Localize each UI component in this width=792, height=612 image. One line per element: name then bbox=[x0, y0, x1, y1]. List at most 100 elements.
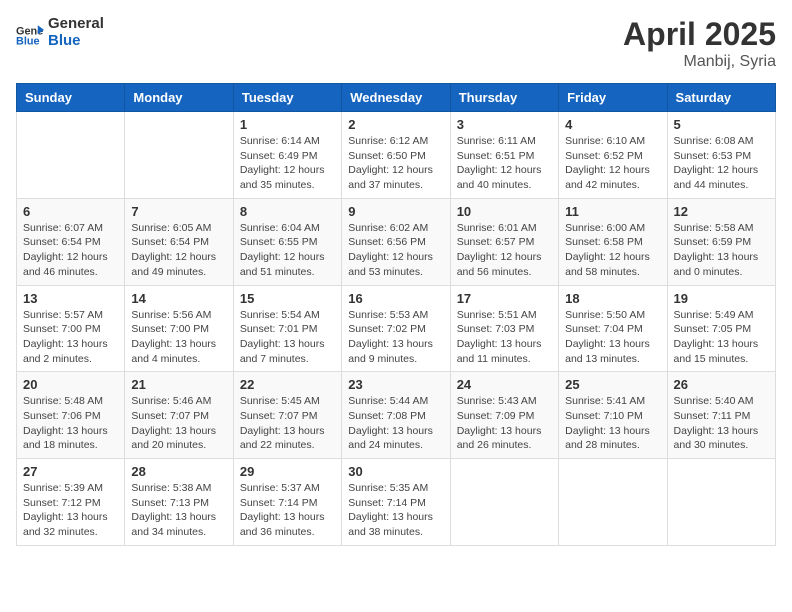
day-number: 30 bbox=[348, 464, 443, 479]
calendar-cell: 18Sunrise: 5:50 AMSunset: 7:04 PMDayligh… bbox=[559, 285, 667, 372]
calendar-cell: 3 Sunrise: 6:11 AMSunset: 6:51 PMDaylight… bbox=[450, 112, 558, 199]
day-header-saturday: Saturday bbox=[667, 84, 775, 112]
calendar-cell: 13 Sunrise: 5:57 AMSunset: 7:00 PMDayligh… bbox=[17, 285, 125, 372]
day-number: 5 bbox=[674, 117, 769, 132]
calendar-cell: 9 Sunrise: 6:02 AMSunset: 6:56 PMDaylight… bbox=[342, 198, 450, 285]
page-header: General Blue General Blue April 2025 Man… bbox=[16, 16, 776, 71]
cell-content: Sunrise: 6:02 AMSunset: 6:56 PMDaylight:… bbox=[348, 221, 443, 280]
day-number: 12 bbox=[674, 204, 769, 219]
calendar-cell: 30 Sunrise: 5:35 AMSunset: 7:14 PMDayligh… bbox=[342, 459, 450, 546]
calendar-week-row: 13 Sunrise: 5:57 AMSunset: 7:00 PMDayligh… bbox=[17, 285, 776, 372]
page-subtitle: Manbij, Syria bbox=[623, 53, 776, 71]
cell-content: Sunrise: 5:48 AMSunset: 7:06 PMDaylight:… bbox=[23, 394, 118, 453]
calendar-cell: 29Sunrise: 5:37 AMSunset: 7:14 PMDayligh… bbox=[233, 459, 341, 546]
day-header-monday: Monday bbox=[125, 84, 233, 112]
svg-text:Blue: Blue bbox=[16, 35, 40, 46]
day-number: 9 bbox=[348, 204, 443, 219]
day-number: 25 bbox=[565, 377, 660, 392]
day-number: 14 bbox=[131, 291, 226, 306]
calendar-week-row: 6 Sunrise: 6:07 AMSunset: 6:54 PMDaylight… bbox=[17, 198, 776, 285]
cell-content: Sunrise: 6:11 AMSunset: 6:51 PMDaylight:… bbox=[457, 134, 552, 193]
calendar-cell: 4Sunrise: 6:10 AMSunset: 6:52 PMDaylight… bbox=[559, 112, 667, 199]
calendar-cell: 10Sunrise: 6:01 AMSunset: 6:57 PMDayligh… bbox=[450, 198, 558, 285]
day-header-thursday: Thursday bbox=[450, 84, 558, 112]
calendar-cell: 19Sunrise: 5:49 AMSunset: 7:05 PMDayligh… bbox=[667, 285, 775, 372]
cell-content: Sunrise: 6:00 AMSunset: 6:58 PMDaylight:… bbox=[565, 221, 660, 280]
cell-content: Sunrise: 5:58 AMSunset: 6:59 PMDaylight:… bbox=[674, 221, 769, 280]
calendar-header-row: SundayMondayTuesdayWednesdayThursdayFrid… bbox=[17, 84, 776, 112]
cell-content: Sunrise: 5:37 AMSunset: 7:14 PMDaylight:… bbox=[240, 481, 335, 540]
cell-content: Sunrise: 5:45 AMSunset: 7:07 PMDaylight:… bbox=[240, 394, 335, 453]
day-number: 17 bbox=[457, 291, 552, 306]
cell-content: Sunrise: 5:53 AMSunset: 7:02 PMDaylight:… bbox=[348, 308, 443, 367]
day-number: 13 bbox=[23, 291, 118, 306]
calendar-cell: 17 Sunrise: 5:51 AMSunset: 7:03 PMDayligh… bbox=[450, 285, 558, 372]
calendar-cell: 11 Sunrise: 6:00 AMSunset: 6:58 PMDayligh… bbox=[559, 198, 667, 285]
cell-content: Sunrise: 5:56 AMSunset: 7:00 PMDaylight:… bbox=[131, 308, 226, 367]
cell-content: Sunrise: 5:44 AMSunset: 7:08 PMDaylight:… bbox=[348, 394, 443, 453]
calendar-week-row: 1Sunrise: 6:14 AMSunset: 6:49 PMDaylight… bbox=[17, 112, 776, 199]
calendar-cell: 1Sunrise: 6:14 AMSunset: 6:49 PMDaylight… bbox=[233, 112, 341, 199]
calendar-cell bbox=[667, 459, 775, 546]
cell-content: Sunrise: 6:04 AMSunset: 6:55 PMDaylight:… bbox=[240, 221, 335, 280]
day-number: 6 bbox=[23, 204, 118, 219]
cell-content: Sunrise: 6:07 AMSunset: 6:54 PMDaylight:… bbox=[23, 221, 118, 280]
title-block: April 2025 Manbij, Syria bbox=[623, 16, 776, 71]
logo: General Blue General Blue bbox=[16, 16, 104, 49]
day-number: 10 bbox=[457, 204, 552, 219]
day-number: 23 bbox=[348, 377, 443, 392]
day-number: 15 bbox=[240, 291, 335, 306]
calendar-week-row: 20Sunrise: 5:48 AMSunset: 7:06 PMDayligh… bbox=[17, 372, 776, 459]
cell-content: Sunrise: 5:39 AMSunset: 7:12 PMDaylight:… bbox=[23, 481, 118, 540]
calendar-cell: 25 Sunrise: 5:41 AMSunset: 7:10 PMDayligh… bbox=[559, 372, 667, 459]
logo-general-text: General bbox=[48, 16, 104, 33]
calendar-cell bbox=[559, 459, 667, 546]
calendar-cell: 26 Sunrise: 5:40 AMSunset: 7:11 PMDayligh… bbox=[667, 372, 775, 459]
page-title: April 2025 bbox=[623, 16, 776, 53]
calendar-cell bbox=[17, 112, 125, 199]
day-header-tuesday: Tuesday bbox=[233, 84, 341, 112]
cell-content: Sunrise: 5:54 AMSunset: 7:01 PMDaylight:… bbox=[240, 308, 335, 367]
calendar-cell: 12 Sunrise: 5:58 AMSunset: 6:59 PMDayligh… bbox=[667, 198, 775, 285]
day-number: 21 bbox=[131, 377, 226, 392]
cell-content: Sunrise: 5:40 AMSunset: 7:11 PMDaylight:… bbox=[674, 394, 769, 453]
calendar-cell: 7 Sunrise: 6:05 AMSunset: 6:54 PMDaylight… bbox=[125, 198, 233, 285]
calendar-cell: 20Sunrise: 5:48 AMSunset: 7:06 PMDayligh… bbox=[17, 372, 125, 459]
cell-content: Sunrise: 5:41 AMSunset: 7:10 PMDaylight:… bbox=[565, 394, 660, 453]
day-number: 22 bbox=[240, 377, 335, 392]
day-number: 11 bbox=[565, 204, 660, 219]
day-number: 4 bbox=[565, 117, 660, 132]
cell-content: Sunrise: 5:35 AMSunset: 7:14 PMDaylight:… bbox=[348, 481, 443, 540]
cell-content: Sunrise: 5:50 AMSunset: 7:04 PMDaylight:… bbox=[565, 308, 660, 367]
day-number: 16 bbox=[348, 291, 443, 306]
day-header-friday: Friday bbox=[559, 84, 667, 112]
logo-icon: General Blue bbox=[16, 19, 44, 47]
day-header-wednesday: Wednesday bbox=[342, 84, 450, 112]
day-number: 2 bbox=[348, 117, 443, 132]
cell-content: Sunrise: 6:08 AMSunset: 6:53 PMDaylight:… bbox=[674, 134, 769, 193]
day-number: 19 bbox=[674, 291, 769, 306]
calendar-cell: 15 Sunrise: 5:54 AMSunset: 7:01 PMDayligh… bbox=[233, 285, 341, 372]
calendar-cell bbox=[450, 459, 558, 546]
day-header-sunday: Sunday bbox=[17, 84, 125, 112]
cell-content: Sunrise: 5:46 AMSunset: 7:07 PMDaylight:… bbox=[131, 394, 226, 453]
calendar-cell: 21 Sunrise: 5:46 AMSunset: 7:07 PMDayligh… bbox=[125, 372, 233, 459]
calendar-cell: 22 Sunrise: 5:45 AMSunset: 7:07 PMDayligh… bbox=[233, 372, 341, 459]
cell-content: Sunrise: 6:05 AMSunset: 6:54 PMDaylight:… bbox=[131, 221, 226, 280]
logo-blue-text: Blue bbox=[48, 33, 104, 50]
day-number: 3 bbox=[457, 117, 552, 132]
day-number: 28 bbox=[131, 464, 226, 479]
calendar-table: SundayMondayTuesdayWednesdayThursdayFrid… bbox=[16, 83, 776, 546]
day-number: 26 bbox=[674, 377, 769, 392]
calendar-cell: 16 Sunrise: 5:53 AMSunset: 7:02 PMDayligh… bbox=[342, 285, 450, 372]
calendar-cell: 24Sunrise: 5:43 AMSunset: 7:09 PMDayligh… bbox=[450, 372, 558, 459]
cell-content: Sunrise: 5:51 AMSunset: 7:03 PMDaylight:… bbox=[457, 308, 552, 367]
calendar-cell: 6 Sunrise: 6:07 AMSunset: 6:54 PMDaylight… bbox=[17, 198, 125, 285]
calendar-week-row: 27 Sunrise: 5:39 AMSunset: 7:12 PMDayligh… bbox=[17, 459, 776, 546]
cell-content: Sunrise: 5:38 AMSunset: 7:13 PMDaylight:… bbox=[131, 481, 226, 540]
calendar-cell: 27 Sunrise: 5:39 AMSunset: 7:12 PMDayligh… bbox=[17, 459, 125, 546]
day-number: 7 bbox=[131, 204, 226, 219]
cell-content: Sunrise: 5:43 AMSunset: 7:09 PMDaylight:… bbox=[457, 394, 552, 453]
cell-content: Sunrise: 5:57 AMSunset: 7:00 PMDaylight:… bbox=[23, 308, 118, 367]
day-number: 27 bbox=[23, 464, 118, 479]
